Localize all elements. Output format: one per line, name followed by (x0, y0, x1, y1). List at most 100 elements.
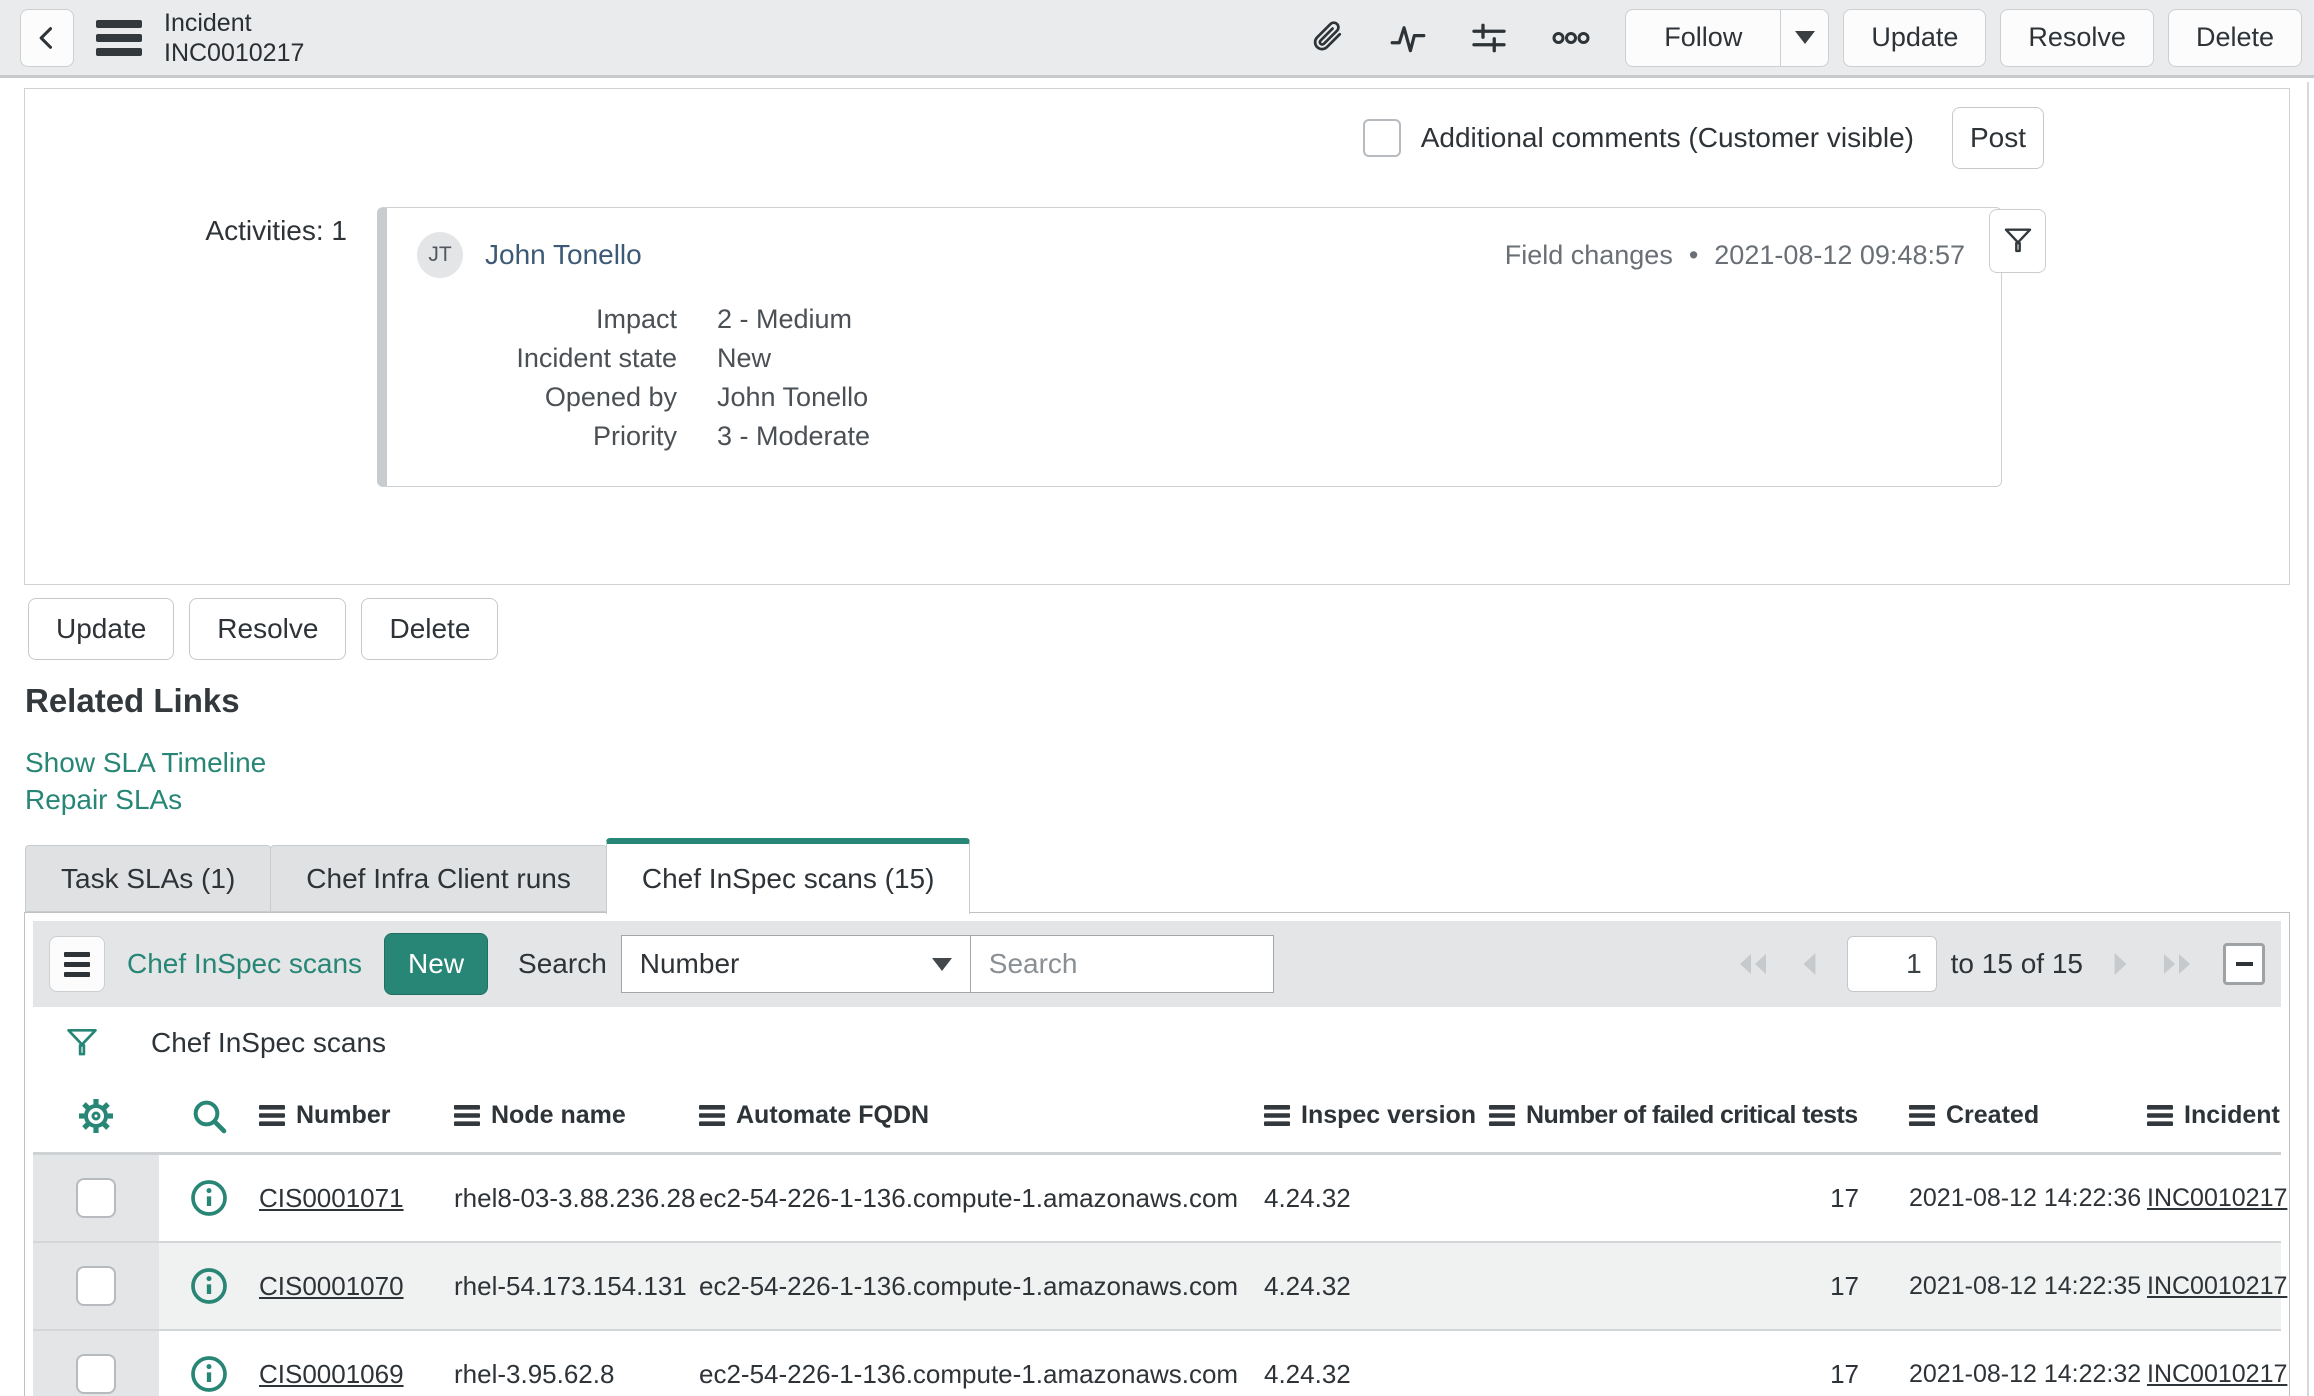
list-breadcrumb-row: Chef InSpec scans (33, 1007, 2281, 1079)
activity-author-link[interactable]: John Tonello (485, 239, 642, 271)
filter-funnel-icon[interactable] (63, 1024, 101, 1062)
collapse-list-button[interactable] (2223, 943, 2265, 985)
row-checkbox[interactable] (76, 1178, 116, 1218)
tab-task-slas[interactable]: Task SLAs (1) (25, 845, 272, 912)
column-menu-icon (1909, 1105, 1935, 1126)
search-input[interactable] (970, 935, 1274, 993)
field-change-row: Opened by John Tonello (417, 378, 1965, 417)
activity-meta: Field changes • 2021-08-12 09:48:57 (1505, 240, 1965, 271)
incident-link[interactable]: INC0010217 (2147, 1272, 2287, 1300)
scan-number-link[interactable]: CIS0001069 (259, 1359, 404, 1389)
scan-number-link[interactable]: CIS0001070 (259, 1271, 404, 1301)
related-links-section: Related Links Show SLA Timeline Repair S… (25, 682, 266, 818)
activity-stream-icon[interactable] (1389, 19, 1427, 57)
list-title-link[interactable]: Chef InSpec scans (127, 948, 362, 980)
automate-fqdn-cell: ec2-54-226-1-136.compute-1.amazonaws.com (699, 1270, 1239, 1301)
header-bar: Incident INC0010217 Follow Update Resolv… (0, 0, 2314, 78)
related-links-title: Related Links (25, 682, 240, 719)
form-action-buttons: Update Resolve Delete (28, 598, 499, 660)
additional-comments-label: Additional comments (Customer visible) (1420, 122, 1914, 153)
breadcrumb[interactable]: Chef InSpec scans (151, 1027, 386, 1059)
chevron-left-icon (39, 26, 53, 49)
column-menu-icon (1489, 1105, 1515, 1126)
info-icon[interactable] (159, 1354, 259, 1394)
related-lists-tabs: Task SLAs (1) Chef Infra Client runs Che… (25, 838, 971, 914)
page-number-input[interactable] (1846, 936, 1937, 992)
column-menu-icon (259, 1105, 285, 1126)
node-name-cell: rhel-3.95.62.8 (454, 1358, 615, 1389)
created-cell: 2021-08-12 14:22:32 (1909, 1359, 2142, 1388)
field-change-row: Incident state New (417, 339, 1965, 378)
first-page-button[interactable] (1733, 951, 1773, 977)
field-value: 2 - Medium (717, 304, 853, 334)
column-search-icon[interactable] (159, 1096, 259, 1136)
delete-button[interactable]: Delete (361, 598, 499, 660)
post-button[interactable]: Post (1952, 107, 2044, 169)
new-record-button[interactable]: New (384, 933, 489, 995)
search-field-selected-value: Number (639, 948, 740, 979)
record-number-label: INC0010217 (164, 38, 305, 67)
scan-number-link[interactable]: CIS0001071 (259, 1183, 404, 1213)
update-button[interactable]: Update (28, 598, 175, 660)
incident-link[interactable]: INC0010217 (2147, 1184, 2287, 1212)
column-menu-icon (454, 1105, 480, 1126)
table-header-row: Number Node name Automate FQDN Inspec ve… (33, 1079, 2281, 1155)
activity-timestamp: 2021-08-12 09:48:57 (1714, 239, 1965, 270)
list-settings-gear-icon[interactable] (33, 1096, 159, 1136)
column-menu-icon (2147, 1105, 2173, 1126)
attachment-icon[interactable] (1309, 20, 1345, 56)
column-header-failed-critical-tests[interactable]: Number of failed critical tests (1489, 1101, 1909, 1130)
search-field-select[interactable]: Number (620, 935, 971, 993)
incident-link[interactable]: INC0010217 (2147, 1360, 2287, 1388)
additional-comments-row: Additional comments (Customer visible) P… (1362, 107, 2044, 169)
repair-slas-link[interactable]: Repair SLAs (25, 781, 266, 818)
customer-visible-checkbox[interactable] (1362, 119, 1401, 157)
info-icon[interactable] (159, 1266, 259, 1306)
column-header-incident[interactable]: Incident (2147, 1101, 2281, 1130)
column-header-number[interactable]: Number (259, 1101, 454, 1130)
field-value: New (717, 343, 772, 373)
node-name-cell: rhel-54.173.154.131 (454, 1270, 687, 1301)
last-page-button[interactable] (2157, 951, 2197, 977)
table-row: CIS0001069 rhel-3.95.62.8 ec2-54-226-1-1… (33, 1331, 2287, 1396)
node-name-cell: rhel8-03-3.88.236.28 (454, 1182, 696, 1213)
column-header-automate-fqdn[interactable]: Automate FQDN (699, 1101, 1264, 1130)
activity-filter-button[interactable] (1989, 209, 2046, 273)
previous-page-button[interactable] (1797, 951, 1823, 977)
tab-chef-inspec-scans[interactable]: Chef InSpec scans (15) (605, 838, 971, 914)
column-header-created[interactable]: Created (1909, 1101, 2147, 1130)
field-label: Incident state (516, 343, 677, 373)
next-page-button[interactable] (2107, 951, 2133, 977)
field-value: 3 - Moderate (717, 421, 871, 451)
inspec-version-cell: 4.24.32 (1264, 1270, 1351, 1301)
chef-inspec-scans-list: Chef InSpec scans New Search Number to 1… (24, 912, 2290, 1396)
follow-button[interactable]: Follow (1626, 10, 1780, 66)
follow-dropdown-button[interactable] (1780, 9, 1828, 66)
minimize-icon (2235, 962, 2253, 966)
column-header-inspec-version[interactable]: Inspec version (1264, 1101, 1489, 1130)
show-sla-timeline-link[interactable]: Show SLA Timeline (25, 744, 266, 781)
row-checkbox[interactable] (76, 1266, 116, 1306)
personalize-sliders-icon[interactable] (1471, 20, 1507, 56)
resolve-button[interactable]: Resolve (189, 598, 347, 660)
resolve-button-header[interactable]: Resolve (2000, 8, 2154, 67)
list-menu-button[interactable] (49, 936, 105, 992)
pagination-range-label: to 15 of 15 (1950, 948, 2083, 979)
back-button[interactable] (20, 8, 74, 67)
more-options-icon[interactable] (1551, 18, 1591, 58)
list-pagination: to 15 of 15 (1733, 936, 2265, 992)
list-toolbar: Chef InSpec scans New Search Number to 1… (33, 921, 2281, 1007)
activities-row: Activities: 1 JT John Tonello Field chan… (25, 207, 2289, 487)
page-scrollbar-edge[interactable] (2307, 82, 2309, 1396)
update-button-header[interactable]: Update (1843, 8, 1987, 67)
row-checkbox[interactable] (76, 1354, 116, 1394)
column-header-node-name[interactable]: Node name (454, 1101, 699, 1130)
context-menu-icon[interactable] (96, 19, 142, 56)
chevron-down-icon (931, 957, 952, 971)
activity-section: Additional comments (Customer visible) P… (24, 88, 2290, 585)
info-icon[interactable] (159, 1178, 259, 1218)
field-changes-list: Impact 2 - Medium Incident state New Ope… (417, 300, 1965, 456)
delete-button-header[interactable]: Delete (2167, 8, 2302, 67)
tab-chef-infra-client-runs[interactable]: Chef Infra Client runs (270, 845, 607, 912)
activity-card-header: JT John Tonello Field changes • 2021-08-… (417, 232, 1965, 278)
